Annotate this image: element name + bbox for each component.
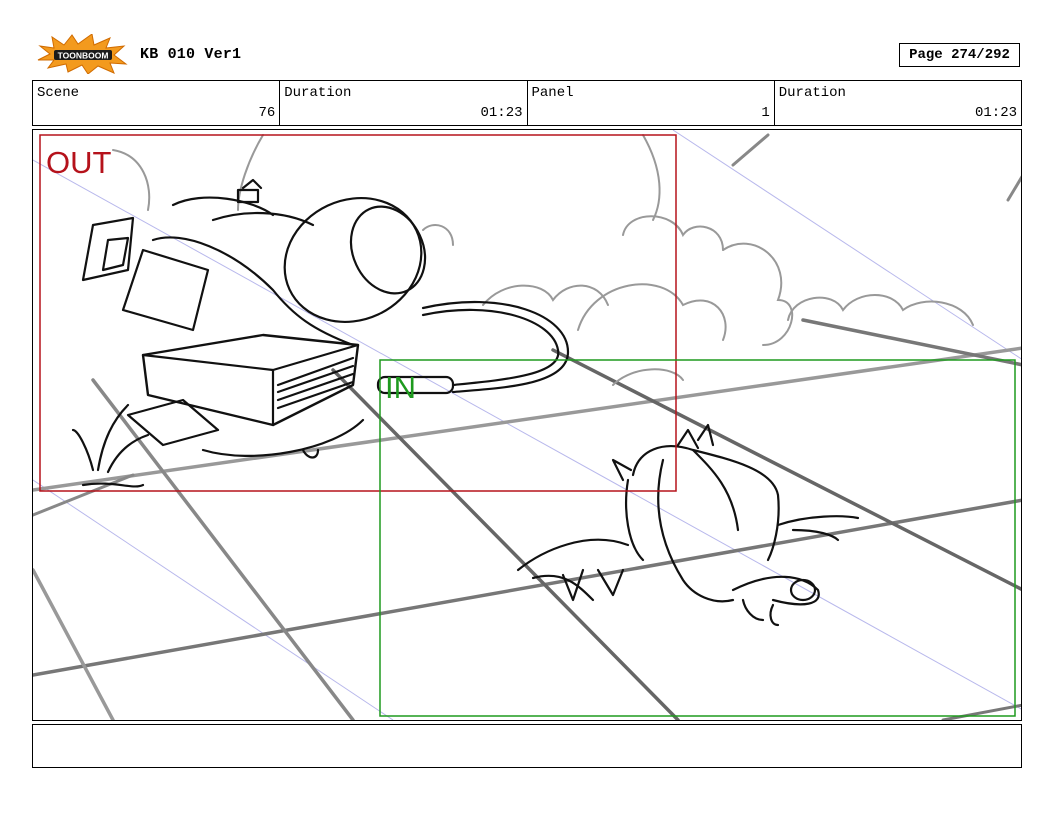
panel-label: Panel (531, 85, 574, 101)
out-label: OUT (46, 145, 112, 180)
info-table: Scene 76 Duration 01:23 Panel 1 Duration… (32, 80, 1022, 126)
duration-cell: Duration 01:23 (280, 81, 528, 125)
machine-sketch (71, 178, 570, 488)
duration2-cell: Duration 01:23 (775, 81, 1021, 125)
page-indicator: Page 274/292 (899, 43, 1020, 67)
perspective-guides (33, 130, 1021, 720)
duration-value: 01:23 (480, 105, 523, 121)
page-number: Page 274/292 (909, 47, 1010, 63)
document-title: KB 010 Ver1 (140, 46, 242, 63)
scene-value: 76 (258, 105, 276, 121)
notes-box (32, 724, 1022, 768)
scene-cell: Scene 76 (33, 81, 281, 125)
dragon-sketch (516, 423, 860, 627)
storyboard-drawing: OUT IN (33, 130, 1021, 720)
duration2-label: Duration (778, 85, 846, 101)
scene-label: Scene (37, 85, 80, 101)
toonboom-logo: TOONBOOM (36, 33, 128, 75)
smoke-clouds (112, 134, 974, 386)
panel-value: 1 (761, 105, 770, 121)
storyboard-panel: OUT IN (32, 129, 1022, 721)
in-label: IN (385, 370, 416, 405)
logo-text: TOONBOOM (58, 51, 109, 61)
duration-label: Duration (284, 85, 352, 101)
duration2-value: 01:23 (974, 105, 1017, 121)
floor-grid (33, 133, 1021, 720)
panel-cell: Panel 1 (528, 81, 775, 125)
